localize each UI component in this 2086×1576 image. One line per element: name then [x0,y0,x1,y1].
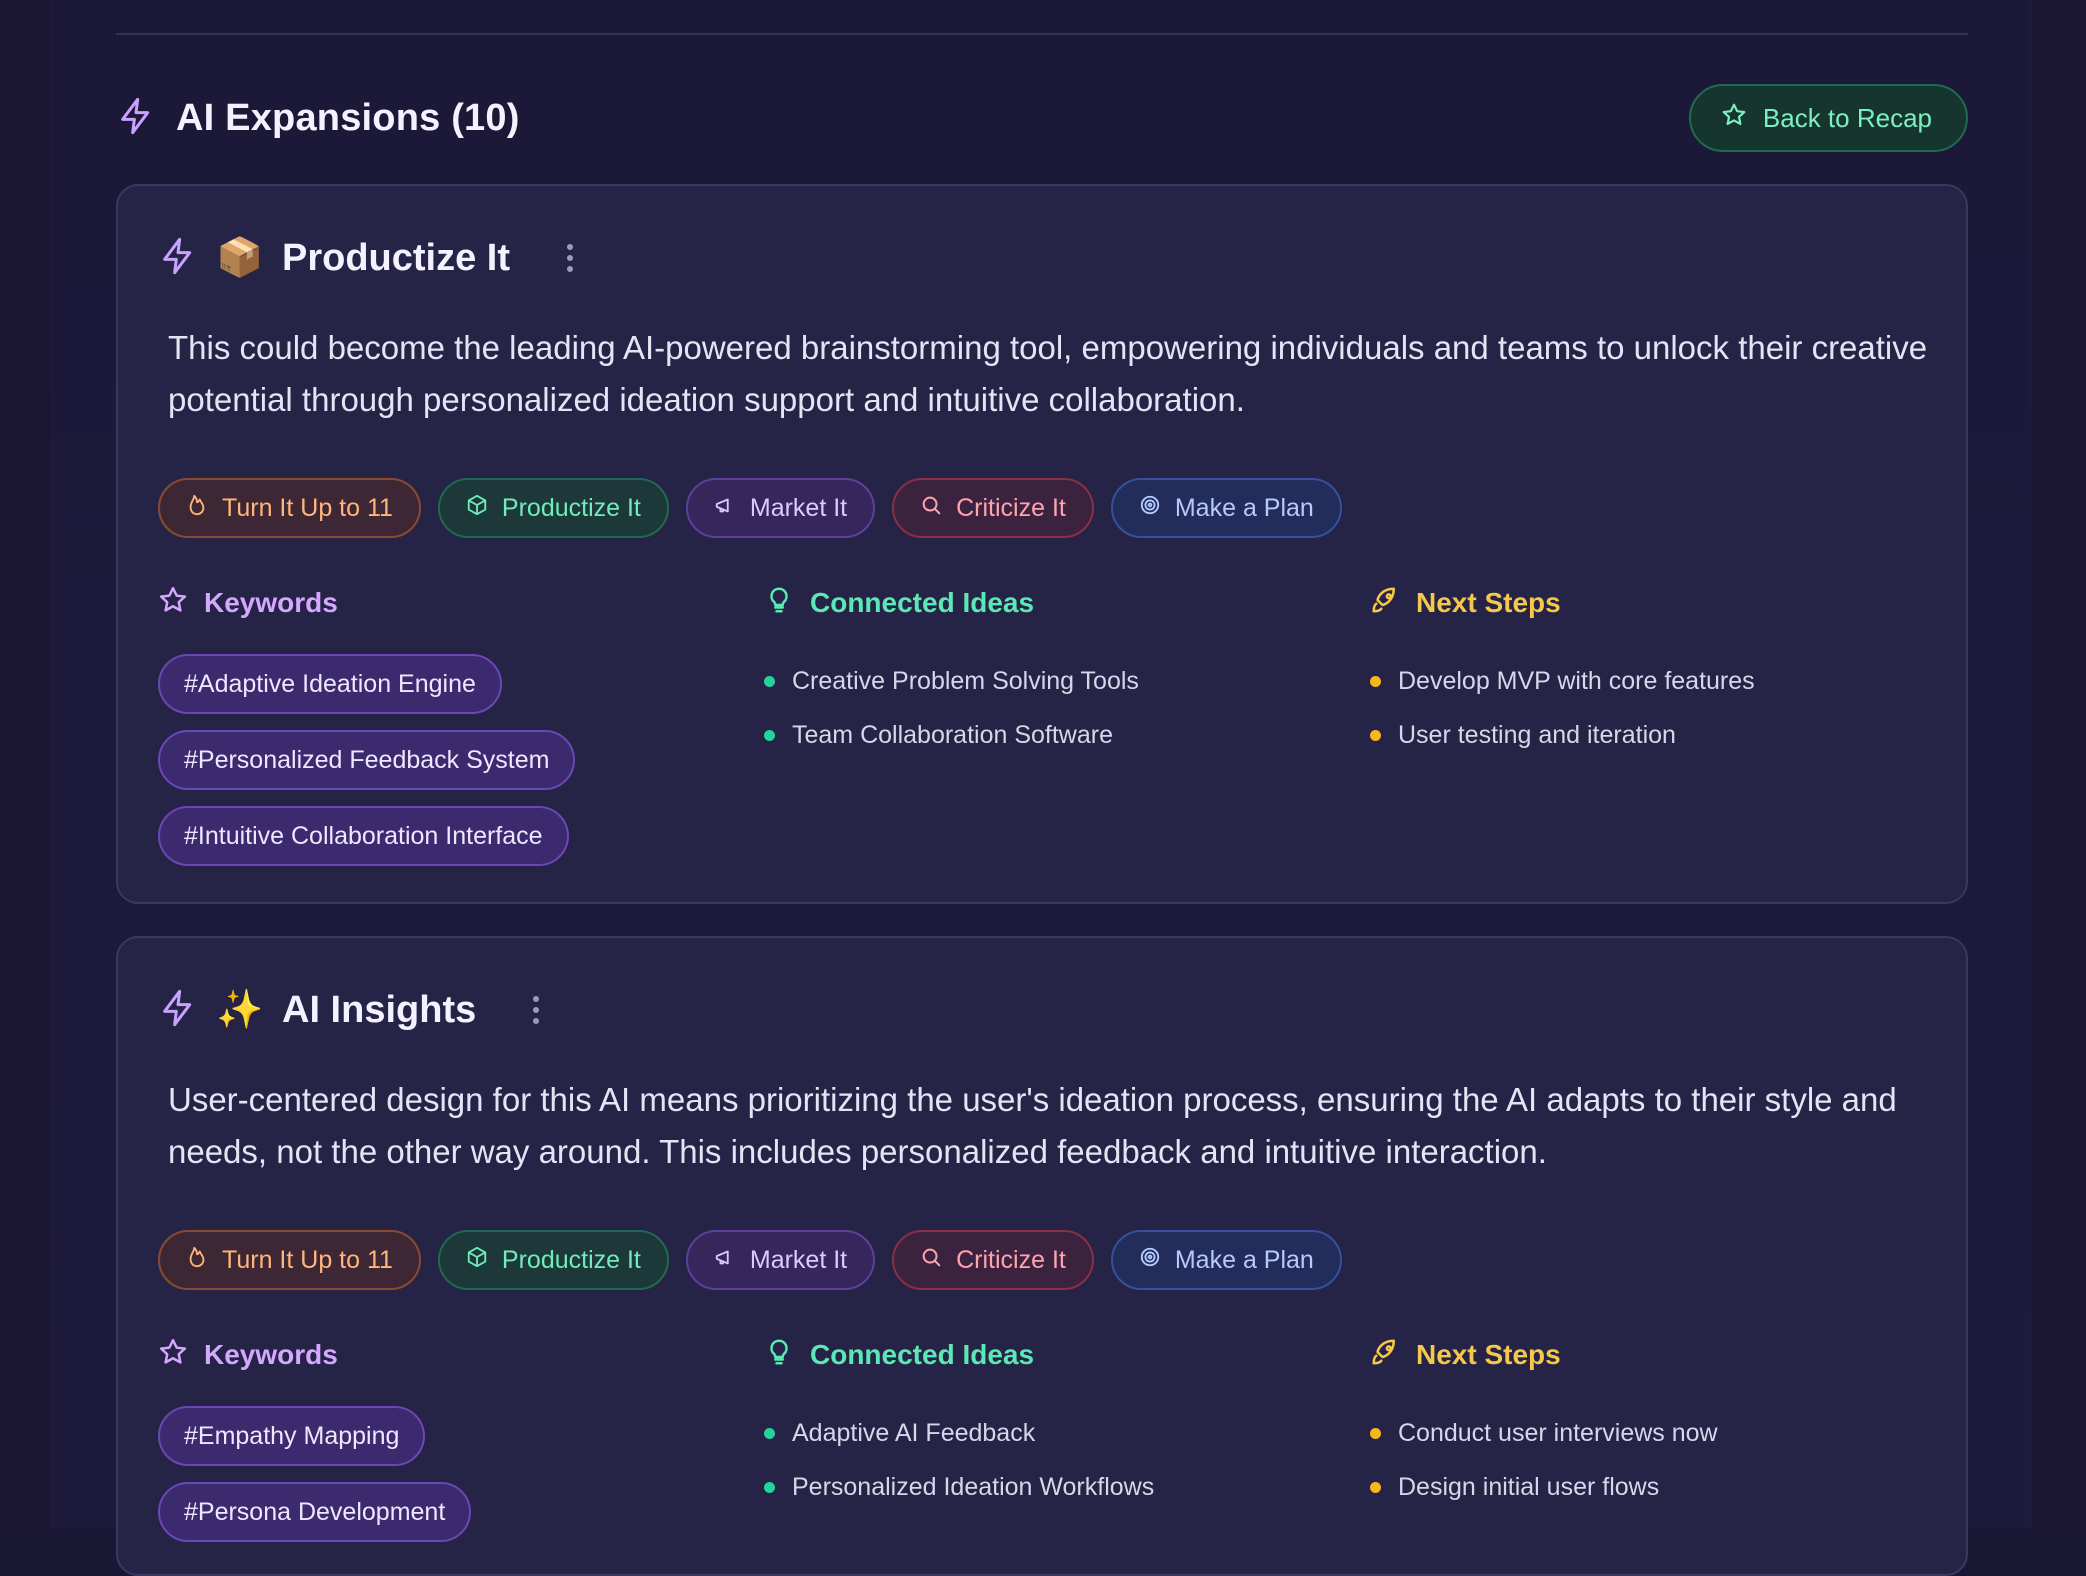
connected-ideas-heading: Connected Ideas [810,587,1035,618]
lightning-icon [116,96,156,141]
market-it-button[interactable]: Market It [685,1230,876,1290]
keywords-heading: Keywords [204,1339,338,1370]
make-a-plan-button[interactable]: Make a Plan [1110,1230,1342,1290]
card-title: Productize It [282,236,511,279]
action-pills: Turn It Up to 11 Productize It Market It… [158,1230,1342,1290]
search-icon [920,1246,942,1275]
box-icon [466,494,488,523]
productize-it-button[interactable]: Productize It [437,1230,669,1290]
sparkles-emoji-icon: ✨ [216,989,264,1031]
back-to-recap-label: Back to Recap [1762,102,1932,133]
list-item: Creative Problem Solving Tools [764,654,1324,708]
star-icon [158,585,188,622]
flame-icon [186,494,208,523]
rocket-icon [1370,585,1400,622]
make-a-plan-button[interactable]: Make a Plan [1110,478,1342,538]
rocket-icon [1370,1337,1400,1374]
card-description: This could become the leading AI-powered… [168,329,1928,418]
flame-icon [186,1246,208,1275]
criticize-it-button[interactable]: Criticize It [892,478,1094,538]
box-icon [466,1246,488,1275]
keyword-tag[interactable]: #Persona Development [158,1482,472,1542]
search-icon [920,494,942,523]
market-it-button[interactable]: Market It [685,478,876,538]
criticize-it-button[interactable]: Criticize It [892,1230,1094,1290]
star-icon [1721,102,1747,135]
next-steps-heading: Next Steps [1416,1339,1561,1370]
target-icon [1139,494,1161,523]
keywords-column: Keywords #Adaptive Ideation Engine #Pers… [158,580,718,866]
lightning-icon [158,236,198,281]
back-to-recap-button[interactable]: Back to Recap [1688,84,1968,152]
section-title: AI Expansions (10) [176,96,520,139]
lightbulb-icon [764,585,794,622]
right-gutter [2030,0,2086,1528]
keyword-tag[interactable]: #Empathy Mapping [158,1406,426,1466]
keyword-tag[interactable]: #Adaptive Ideation Engine [158,654,502,714]
action-pills: Turn It Up to 11 Productize It Market It… [158,478,1342,538]
megaphone-icon [714,1246,736,1275]
target-icon [1139,1246,1161,1275]
more-options-icon[interactable] [524,992,548,1028]
star-icon [158,1337,188,1374]
list-item: Team Collaboration Software [764,708,1324,762]
card-header: ✨ AI Insights [158,982,548,1038]
connected-ideas-column: Connected Ideas Creative Problem Solving… [764,580,1324,762]
next-steps-heading: Next Steps [1416,587,1561,618]
package-emoji-icon: 📦 [216,237,264,279]
lightning-icon [158,988,198,1033]
list-item: Design initial user flows [1370,1460,1930,1514]
next-steps-column: Next Steps Develop MVP with core feature… [1370,580,1930,762]
list-item: User testing and iteration [1370,708,1930,762]
connected-ideas-heading: Connected Ideas [810,1339,1035,1370]
list-item: Develop MVP with core features [1370,654,1930,708]
list-item: Conduct user interviews now [1370,1406,1930,1460]
lightbulb-icon [764,1337,794,1374]
card-title: AI Insights [282,988,477,1031]
expansion-card: 📦 Productize It This could become the le… [116,184,1968,904]
megaphone-icon [714,494,736,523]
divider [116,33,1968,35]
keyword-tag[interactable]: #Personalized Feedback System [158,730,576,790]
list-item: Personalized Ideation Workflows [764,1460,1324,1514]
keyword-tag[interactable]: #Intuitive Collaboration Interface [158,806,569,866]
connected-ideas-column: Connected Ideas Adaptive AI Feedback Per… [764,1332,1324,1514]
card-description: User-centered design for this AI means p… [168,1081,1897,1170]
list-item: Adaptive AI Feedback [764,1406,1324,1460]
keywords-column: Keywords #Empathy Mapping #Persona Devel… [158,1332,718,1542]
expansion-card: ✨ AI Insights User-centered design for t… [116,936,1968,1576]
section-header: AI Expansions (10) Back to Recap [116,84,1968,152]
productize-it-button[interactable]: Productize It [437,478,669,538]
next-steps-column: Next Steps Conduct user interviews now D… [1370,1332,1930,1514]
turn-it-up-button[interactable]: Turn It Up to 11 [158,1230,421,1290]
keywords-heading: Keywords [204,587,338,618]
turn-it-up-button[interactable]: Turn It Up to 11 [158,478,421,538]
left-gutter [0,0,52,1528]
more-options-icon[interactable] [558,240,582,276]
card-header: 📦 Productize It [158,230,582,286]
